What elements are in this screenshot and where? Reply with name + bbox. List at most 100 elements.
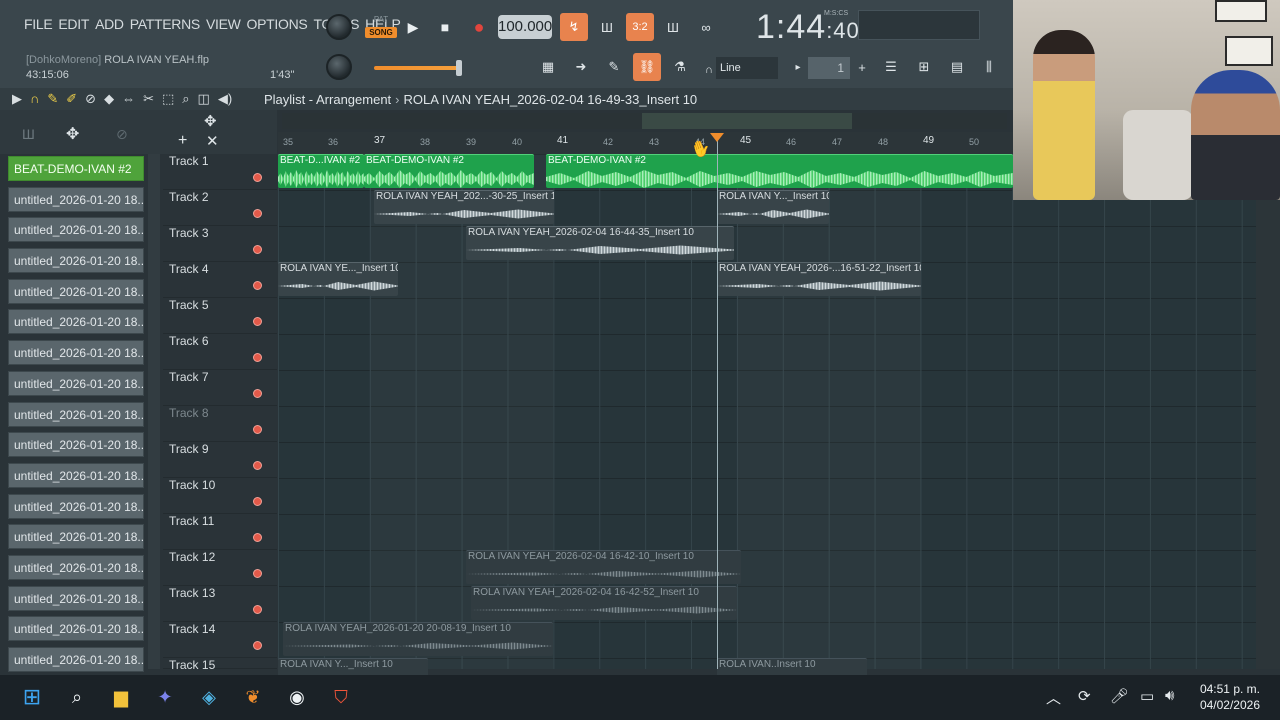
paint-icon[interactable]: ✐ [66,91,77,107]
magnet-snap-icon[interactable]: ∩ [30,91,39,107]
metronome-icon[interactable]: ↯ [560,13,588,41]
track-active-icon[interactable] [253,533,262,542]
channel-rack-icon[interactable]: ▤ [943,53,971,81]
track-header[interactable]: Track 12 [163,550,277,586]
track-active-icon[interactable] [253,209,262,218]
tempo-display[interactable]: 100.000 [498,15,552,39]
step-edit-icon[interactable]: Ш [659,13,687,41]
mixer-icon[interactable]: ⫼ [975,53,1003,81]
vertical-scrollbar[interactable] [1256,200,1280,669]
muted-clip[interactable]: ROLA IVAN YEAH_2026-02-04 16-42-52_Inser… [471,586,737,620]
menu-file[interactable]: FILE [24,16,53,32]
pattern-item[interactable]: untitled_2026-01-20 18... [8,340,144,366]
pat-song-toggle[interactable]: PAT SONG [365,13,397,43]
search-icon[interactable]: ⌕ [63,683,91,711]
playlist-overview[interactable] [282,113,1007,129]
master-pitch-slider[interactable] [374,60,462,76]
play-button[interactable]: ▶ [401,15,425,39]
pattern-item[interactable]: untitled_2026-01-20 18... [8,616,144,642]
menu-edit[interactable]: EDIT [58,16,89,32]
file-explorer-icon[interactable]: ▆ [107,683,135,711]
mute-icon[interactable]: ◆ [104,91,114,107]
tray-chevron-icon[interactable]: ︿ [1046,687,1061,708]
track-header[interactable]: Track 6 [163,334,277,370]
pattern-item[interactable]: untitled_2026-01-20 18... [8,647,144,672]
audio-clip[interactable]: ROLA IVAN YE..._Insert 10 [278,262,398,296]
pencil-icon[interactable]: ✎ [47,91,58,107]
track-header[interactable]: Track 1 [163,154,277,190]
menu-patterns[interactable]: PATTERNS [130,16,201,32]
davinci-icon[interactable]: ◈ [195,683,223,711]
pattern-item[interactable]: untitled_2026-01-20 18... [8,585,144,611]
track-active-icon[interactable] [253,641,262,650]
brave-icon[interactable]: ⛉ [327,683,355,711]
add-track-icon[interactable]: + [178,132,187,150]
zoom-icon[interactable]: ⌕ [182,91,189,107]
record-button[interactable]: ● [467,15,491,39]
audio-clip[interactable]: ROLA IVAN YEAH_2026-...16-51-22_Insert 1… [717,262,921,296]
snap-selector[interactable]: Line [716,57,778,79]
muted-clip[interactable]: ROLA IVAN YEAH_2026-02-04 16-42-10_Inser… [466,550,741,584]
microphone-icon[interactable]: 🎤︎ [1110,687,1129,705]
pattern-item[interactable]: untitled_2026-01-20 18... [8,401,144,427]
pattern-item[interactable]: untitled_2026-01-20 18... [8,309,144,335]
loop-record-icon[interactable]: ∞ [692,13,720,41]
pattern-item[interactable]: untitled_2026-01-20 18... [8,493,144,519]
teams-icon[interactable]: ✦ [151,683,179,711]
pattern-clip[interactable]: BEAT-D...IVAN #2 [278,154,364,188]
track-header[interactable]: Track 5 [163,298,277,334]
track-active-icon[interactable] [253,425,262,434]
audio-clip[interactable]: ROLA IVAN YEAH_202...-30-25_Insert 10 [374,190,554,224]
pattern-picker-icon[interactable]: Ш [22,126,35,142]
speaker-icon[interactable]: ◀) [218,91,232,107]
stamp-icon[interactable]: ⚗ [666,53,694,81]
stop-button[interactable]: ■ [433,15,457,39]
windows-start-icon[interactable]: ⊞ [18,683,46,711]
fl-studio-taskbar-icon[interactable]: ❦ [239,683,267,711]
pattern-item[interactable]: untitled_2026-01-20 18... [8,554,144,580]
master-pitch-knob[interactable] [326,54,352,80]
muted-clip[interactable]: ROLA IVAN..Insert 10 [717,658,867,675]
slice-icon[interactable]: ✂ [143,91,154,107]
track-active-icon[interactable] [253,389,262,398]
track-header[interactable]: Track 15 [163,658,277,672]
play-arrow-icon[interactable]: ▶ [12,91,22,107]
link-small-icon[interactable]: ⊘ [116,126,128,143]
playhead-marker-icon[interactable] [710,133,724,142]
pitch-slider-thumb[interactable] [456,60,462,76]
track-header[interactable]: Track 8 [163,406,277,442]
obs-icon[interactable]: ◉ [283,683,311,711]
track-header[interactable]: Track 14 [163,622,277,658]
arrangement-name[interactable]: ROLA IVAN YEAH_2026-02-04 16-49-33_Inser… [404,92,698,107]
playlist-icon[interactable]: ☰ [877,53,905,81]
track-header[interactable]: Track 13 [163,586,277,622]
playlist-grid[interactable]: BEAT-D...IVAN #2 BEAT-DEMO-IVAN #2 BEAT-… [278,154,1256,675]
track-header[interactable]: Track 9 [163,442,277,478]
timeline-ruler[interactable]: 35 36 37 38 39 40 41 42 43 44 45 46 47 4… [278,132,1013,154]
menu-options[interactable]: OPTIONS [247,16,308,32]
pattern-item[interactable]: untitled_2026-01-20 18... [8,524,144,550]
track-active-icon[interactable] [253,317,262,326]
track-header[interactable]: Track 2 [163,190,277,226]
pattern-item[interactable]: untitled_2026-01-20 18... [8,186,144,212]
track-active-icon[interactable] [253,281,262,290]
menu-add[interactable]: ADD [95,16,124,32]
close-small-icon[interactable]: ✕ [206,132,219,150]
pattern-item[interactable]: untitled_2026-01-20 18... [8,370,144,396]
wait-record-icon[interactable]: Ш [593,13,621,41]
pattern-item[interactable]: untitled_2026-01-20 18... [8,432,144,458]
track-active-icon[interactable] [253,605,262,614]
slip-icon[interactable]: ⇔ [122,91,135,107]
overview-window[interactable] [642,113,852,129]
volume-icon[interactable]: 🔊︎ [1165,687,1174,704]
move-icon[interactable]: ✥ [204,112,217,130]
delete-icon[interactable]: ⊘ [85,91,96,107]
pattern-item[interactable]: untitled_2026-01-20 18... [8,217,144,243]
piano-roll-icon[interactable]: ⊞ [910,53,938,81]
playback-icon[interactable]: ◫ [198,91,210,107]
taskbar-clock[interactable]: 04:51 p. m. 04/02/2026 [1200,681,1260,713]
pattern-item[interactable]: untitled_2026-01-20 18... [8,462,144,488]
track-active-icon[interactable] [253,173,262,182]
track-header[interactable]: Track 10 [163,478,277,514]
track-active-icon[interactable] [253,245,262,254]
